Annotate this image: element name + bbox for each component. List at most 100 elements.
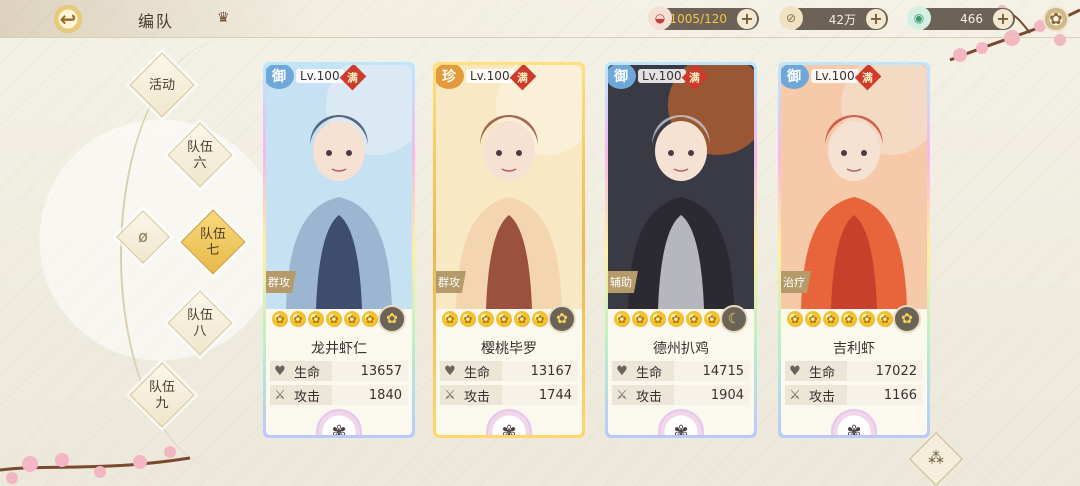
blade-icon: ⚔ [789, 387, 801, 403]
attack-row: ⚔ 攻击 1166 [785, 385, 923, 405]
character-name: 龙井虾仁 [311, 341, 367, 357]
companion-pet-avatar[interactable]: ✾ [831, 409, 877, 435]
team-7-line1: 队伍 [199, 227, 226, 242]
star-icon: ✿ [442, 311, 458, 327]
star-icon: ✿ [496, 311, 512, 327]
flower-icon: ✿ [378, 305, 406, 333]
flower-icon: ✿ [548, 305, 576, 333]
star-icon: ✿ [823, 311, 839, 327]
star-icon: ✿ [362, 311, 378, 327]
star-rating: ✿ ✿ ✿ ✿ ✿ ✿ [272, 311, 378, 329]
blade-icon: ⚔ [274, 387, 286, 403]
blade-icon: ⚔ [616, 387, 628, 403]
team-7-line2: 七 [206, 243, 220, 258]
hp-value: 14715 [702, 363, 744, 379]
add-gems-button[interactable]: + [993, 9, 1013, 29]
hp-label: 生命 [464, 365, 491, 381]
stamina-value: 1005/120 [669, 12, 728, 26]
moon-icon: ☾ [720, 305, 748, 333]
heart-icon: ♥ [444, 363, 456, 379]
character-card[interactable]: 御 Lv.100 满 辅助 ✿ ✿ ✿ ✿ ✿ ✿ ☾ 德州扒鸡 ♥ 生命 14715 ⚔… [605, 62, 757, 438]
star-icon: ✿ [326, 311, 342, 327]
hp-label: 生命 [294, 365, 321, 381]
share-icon: ⁂ [928, 448, 944, 467]
team-8-line1: 队伍 [186, 308, 213, 323]
hp-value: 17022 [875, 363, 917, 379]
add-stamina-button[interactable]: + [737, 9, 757, 29]
level-label: Lv.100 [296, 69, 344, 83]
character-card[interactable]: 御 Lv.100 满 治疗 ✿ ✿ ✿ ✿ ✿ ✿ ✿ 吉利虾 ♥ 生命 17022 ⚔ … [778, 62, 930, 438]
settings-gear-icon[interactable]: ✿ [1043, 6, 1069, 32]
star-icon: ✿ [805, 311, 821, 327]
gems-value: 466 [960, 12, 983, 26]
crown-icon[interactable]: ♛ [217, 10, 235, 26]
team-9-line1: 队伍 [148, 380, 175, 395]
attack-value: 1166 [883, 387, 917, 403]
filter-icon: ø [138, 227, 148, 246]
star-icon: ✿ [478, 311, 494, 327]
heart-icon: ♥ [616, 363, 628, 379]
hp-value: 13657 [360, 363, 402, 379]
hp-label: 生命 [636, 365, 663, 381]
card-body: 御 Lv.100 满 治疗 ✿ ✿ ✿ ✿ ✿ ✿ ✿ 吉利虾 ♥ 生命 17022 ⚔ … [781, 65, 927, 435]
attack-row: ⚔ 攻击 1840 [270, 385, 408, 405]
hp-label: 生命 [809, 365, 836, 381]
blade-icon: ⚔ [444, 387, 456, 403]
companion-pet-avatar[interactable]: ✾ [316, 409, 362, 435]
attack-value: 1904 [710, 387, 744, 403]
nav-tab-team-8-label: 队伍 八 [172, 308, 228, 340]
role-tag: 治疗 [781, 271, 811, 293]
hp-row: ♥ 生命 13657 [270, 361, 408, 381]
add-gold-button[interactable]: + [866, 9, 886, 29]
role-tag: 群攻 [266, 271, 296, 293]
back-button[interactable]: ↩ [50, 4, 86, 34]
card-body: 御 Lv.100 满 群攻 ✿ ✿ ✿ ✿ ✿ ✿ ✿ 龙井虾仁 ♥ 生命 13657 ⚔… [266, 65, 412, 435]
resource-gems: ◉ 466 + [907, 6, 1015, 30]
nav-tab-activity-label: 活动 [148, 78, 175, 93]
star-icon: ✿ [841, 311, 857, 327]
heart-icon: ♥ [274, 363, 286, 379]
team-9-line2: 九 [155, 396, 169, 411]
star-icon: ✿ [877, 311, 893, 327]
companion-pet-avatar[interactable]: ✾ [486, 409, 532, 435]
team-6-line2: 六 [193, 156, 207, 171]
hp-row: ♥ 生命 13167 [440, 361, 578, 381]
hp-value: 13167 [530, 363, 572, 379]
attack-value: 1840 [368, 387, 402, 403]
level-label: Lv.100 [638, 69, 686, 83]
companion-pet-avatar[interactable]: ✾ [658, 409, 704, 435]
blossom-decoration-bottom-left [0, 446, 191, 484]
attack-label: 攻击 [636, 389, 663, 405]
role-tag: 群攻 [436, 271, 466, 293]
star-rating: ✿ ✿ ✿ ✿ ✿ ✿ [787, 311, 893, 329]
attack-label: 攻击 [294, 389, 321, 405]
character-name: 德州扒鸡 [653, 341, 709, 357]
star-icon: ✿ [686, 311, 702, 327]
star-icon: ✿ [650, 311, 666, 327]
flower-icon: ✿ [893, 305, 921, 333]
page-title: 编队 [138, 12, 175, 31]
character-card[interactable]: 珍 Lv.100 满 群攻 ✿ ✿ ✿ ✿ ✿ ✿ ✿ 樱桃毕罗 ♥ 生命 13167 ⚔… [433, 62, 585, 438]
star-rating: ✿ ✿ ✿ ✿ ✿ ✿ [442, 311, 548, 329]
star-icon: ✿ [514, 311, 530, 327]
role-tag: 辅助 [608, 271, 638, 293]
character-name: 吉利虾 [833, 341, 875, 357]
character-name: 樱桃毕罗 [481, 341, 537, 357]
star-icon: ✿ [344, 311, 360, 327]
star-icon: ✿ [460, 311, 476, 327]
card-body: 珍 Lv.100 满 群攻 ✿ ✿ ✿ ✿ ✿ ✿ ✿ 樱桃毕罗 ♥ 生命 13167 ⚔… [436, 65, 582, 435]
star-icon: ✿ [308, 311, 324, 327]
star-icon: ✿ [859, 311, 875, 327]
hp-row: ♥ 生命 14715 [612, 361, 750, 381]
attack-row: ⚔ 攻击 1904 [612, 385, 750, 405]
resource-stamina: ◒ 1005/120 + [648, 6, 759, 30]
star-icon: ✿ [532, 311, 548, 327]
star-icon: ✿ [668, 311, 684, 327]
attack-row: ⚔ 攻击 1744 [440, 385, 578, 405]
nav-tab-team-9-label: 队伍 九 [134, 380, 190, 412]
star-icon: ✿ [632, 311, 648, 327]
jade-icon: ◉ [907, 6, 931, 30]
food-bowl-icon: ◒ [648, 6, 672, 30]
team-8-line2: 八 [193, 324, 207, 339]
character-card[interactable]: 御 Lv.100 满 群攻 ✿ ✿ ✿ ✿ ✿ ✿ ✿ 龙井虾仁 ♥ 生命 13657 ⚔… [263, 62, 415, 438]
